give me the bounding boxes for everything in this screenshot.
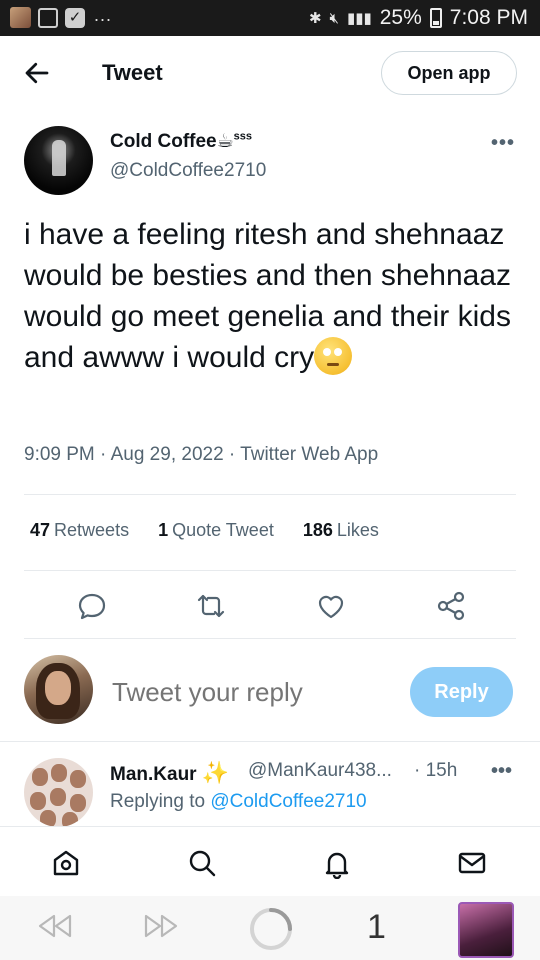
notification-thumbnail-icon bbox=[10, 7, 31, 28]
search-icon[interactable] bbox=[186, 847, 218, 879]
more-options-icon[interactable]: ••• bbox=[491, 132, 515, 155]
reply-display-name: Man.Kaur bbox=[110, 764, 197, 785]
battery-percent: 25% bbox=[379, 6, 422, 29]
page-title: Tweet bbox=[102, 60, 163, 85]
replying-to-prefix: Replying to bbox=[110, 791, 206, 812]
likes-count: 186 bbox=[302, 520, 333, 540]
battery-icon bbox=[429, 8, 442, 28]
tweet-action-bar bbox=[0, 586, 540, 626]
status-bar: ✓ ... ✱ 🔇︎ ▮▮▮ 25% 7:08 PM bbox=[0, 0, 540, 36]
reply-author-handle[interactable]: @ManKaur438... bbox=[248, 760, 392, 782]
divider bbox=[24, 494, 516, 495]
clock: 7:08 PM bbox=[449, 6, 528, 29]
sparkles-icon: ✨ bbox=[201, 760, 230, 785]
notification-icons: ✓ ... bbox=[10, 5, 113, 28]
share-icon[interactable] bbox=[431, 586, 471, 626]
reply-more-options-icon[interactable]: ••• bbox=[491, 760, 512, 783]
quote-tweets-stat[interactable]: 1 Quote Tweet bbox=[158, 520, 274, 541]
replying-to-mention[interactable]: @ColdCoffee2710 bbox=[210, 791, 366, 812]
author-handle[interactable]: @ColdCoffee2710 bbox=[110, 160, 266, 182]
top-app-bar: Tweet Open app bbox=[0, 36, 540, 110]
author-avatar[interactable] bbox=[24, 126, 93, 195]
system-status: ✱ 🔇︎ ▮▮▮ 25% 7:08 PM bbox=[309, 6, 528, 30]
retweets-label: Retweets bbox=[54, 520, 130, 540]
more-notifications-icon: ... bbox=[94, 5, 113, 25]
divider bbox=[24, 570, 516, 571]
signal-icon: ▮▮▮ bbox=[346, 10, 372, 27]
notifications-bell-icon[interactable] bbox=[321, 847, 353, 879]
bottom-navigation bbox=[0, 826, 540, 896]
mute-icon: 🔇︎ bbox=[329, 9, 339, 27]
reply-time[interactable]: · 15h bbox=[414, 760, 457, 782]
author-display-name: Cold Coffee bbox=[110, 131, 217, 152]
browser-profile-thumbnail[interactable] bbox=[458, 902, 514, 958]
bluetooth-icon: ✱ bbox=[308, 10, 322, 27]
replying-to: Replying to @ColdCoffee2710 bbox=[110, 791, 367, 813]
quotes-label: Quote Tweet bbox=[172, 520, 274, 540]
divider bbox=[24, 638, 516, 639]
quotes-count: 1 bbox=[158, 520, 169, 540]
divider bbox=[0, 741, 540, 742]
back-arrow-icon[interactable] bbox=[22, 58, 52, 88]
checkbox-notification-icon: ✓ bbox=[65, 7, 85, 28]
rolling-eyes-emoji-icon bbox=[314, 337, 353, 375]
tab-count[interactable]: 1 bbox=[367, 908, 386, 947]
messages-envelope-icon[interactable] bbox=[456, 847, 488, 879]
tweet-body: i have a feeling ritesh and shehnaaz wou… bbox=[24, 218, 512, 374]
author-name-suffix: sss bbox=[233, 130, 253, 143]
retweets-stat[interactable]: 47 Retweets bbox=[30, 520, 129, 541]
likes-stat[interactable]: 186 Likes bbox=[303, 520, 379, 541]
like-heart-icon[interactable] bbox=[311, 586, 351, 626]
tweet-stats: 47 Retweets 1 Quote Tweet 186 Likes bbox=[30, 520, 379, 541]
gallery-notification-icon bbox=[38, 7, 58, 28]
reply-input[interactable] bbox=[112, 677, 392, 708]
my-avatar bbox=[24, 655, 93, 724]
open-app-button[interactable]: Open app bbox=[381, 51, 517, 95]
loading-spinner-icon[interactable] bbox=[248, 906, 294, 952]
tweet-timestamp[interactable]: 9:09 PM · Aug 29, 2022 · Twitter Web App bbox=[24, 444, 378, 466]
likes-label: Likes bbox=[336, 520, 379, 540]
tweet-text: i have a feeling ritesh and shehnaaz wou… bbox=[24, 214, 524, 378]
retweets-count: 47 bbox=[30, 520, 51, 540]
reply-icon[interactable] bbox=[72, 586, 112, 626]
reply-author-name[interactable]: Man.Kaur ✨ bbox=[110, 760, 229, 786]
browser-back-icon[interactable] bbox=[34, 910, 74, 942]
browser-forward-icon[interactable] bbox=[142, 910, 182, 942]
coffee-emoji-icon: ☕ bbox=[216, 131, 234, 152]
reply-button[interactable]: Reply bbox=[410, 667, 513, 717]
reply-author-avatar[interactable] bbox=[24, 758, 93, 827]
home-icon[interactable] bbox=[50, 847, 82, 879]
author-name[interactable]: Cold Coffee☕sss bbox=[110, 130, 252, 153]
retweet-icon[interactable] bbox=[191, 586, 231, 626]
